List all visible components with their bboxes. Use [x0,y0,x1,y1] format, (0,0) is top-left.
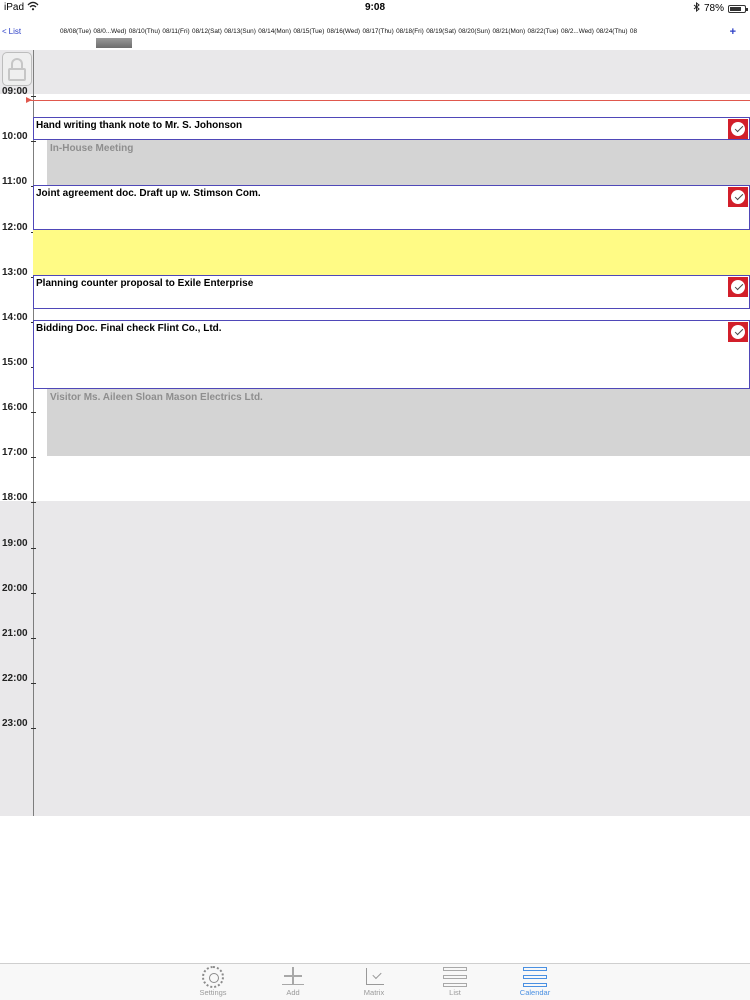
plus-icon [280,966,306,988]
date-tab[interactable]: 08/21(Mon) [492,28,525,35]
checkmark-icon[interactable] [728,187,748,207]
meeting-event[interactable]: In-House Meeting [47,140,750,185]
selected-date-indicator [96,38,132,48]
date-tab[interactable]: 08/08(Tue) [60,28,91,35]
hour-tick [31,548,36,549]
tab-label: List [449,988,461,997]
hour-label: 11:00 [2,176,28,187]
hour-tick [31,96,36,97]
event-title: Hand writing thank note to Mr. S. Johons… [36,120,243,131]
add-event-button[interactable]: + [730,26,736,38]
highlighted-slot[interactable] [33,230,750,275]
hour-tick [31,457,36,458]
hour-label: 10:00 [2,131,28,142]
event-title: Visitor Ms. Aileen Sloan Mason Electrics… [50,392,263,403]
tab-bar: Settings Add Matrix List Calendar [0,963,750,1000]
date-tab[interactable]: 08/15(Tue) [293,28,324,35]
after-hours-band [0,501,750,816]
hour-label: 20:00 [2,583,28,594]
date-tab[interactable]: 08 [630,28,637,35]
tab-settings[interactable]: Settings [188,966,238,997]
event-title: Joint agreement doc. Draft up w. Stimson… [36,188,261,199]
tab-matrix[interactable]: Matrix [349,966,399,997]
hour-label: 09:00 [2,86,28,97]
date-tab[interactable]: 08/24(Thu) [596,28,627,35]
back-to-list-button[interactable]: < List [2,27,21,36]
event-title: Bidding Doc. Final check Flint Co., Ltd. [36,323,222,334]
battery-percent: 78% [703,3,724,14]
checkmark-icon[interactable] [728,322,748,342]
date-tab[interactable]: 08/2...Wed) [561,28,594,35]
hour-tick [31,683,36,684]
hour-label: 17:00 [2,447,28,458]
header-band [0,50,750,94]
back-label: List [8,27,22,36]
hour-label: 13:00 [2,267,28,278]
hour-tick [31,638,36,639]
date-tab[interactable]: 08/12(Sat) [192,28,222,35]
tab-label: Matrix [363,988,385,997]
tab-add[interactable]: Add [268,966,318,997]
date-tab[interactable]: 08/20(Sun) [458,28,490,35]
hour-label: 19:00 [2,538,28,549]
current-time-line [28,100,750,101]
calendar-icon [522,966,548,988]
hour-label: 14:00 [2,312,28,323]
date-tab[interactable]: 08/18(Fri) [396,28,424,35]
date-tab[interactable]: 08/0...Wed) [93,28,126,35]
hour-tick [31,728,36,729]
date-tab[interactable]: 08/11(Fri) [162,28,189,35]
chevron-left-icon: < [2,27,7,36]
task-item[interactable]: Joint agreement doc. Draft up w. Stimson… [33,185,750,230]
status-bar: iPad 9:08 78% [0,0,750,16]
app-screen: iPad 9:08 78% < List 08/08(Tue) 08/0...We… [0,0,750,1000]
date-strip: 08/08(Tue) 08/0...Wed) 08/10(Thu) 08/11(Fri… [60,28,639,35]
date-tab[interactable]: 08/17(Thu) [362,28,393,35]
checkmark-icon[interactable] [728,119,748,139]
hour-tick [31,141,36,142]
hour-label: 15:00 [2,357,28,368]
tab-label: Add [286,988,300,997]
hour-label: 16:00 [2,402,28,413]
hour-label: 18:00 [2,492,28,503]
tab-label: Calendar [519,988,551,997]
bluetooth-icon [693,1,700,15]
task-item[interactable]: Hand writing thank note to Mr. S. Johons… [33,117,750,140]
task-item[interactable]: Bidding Doc. Final check Flint Co., Ltd. [33,320,750,389]
day-calendar[interactable]: 09:00 10:00 11:00 12:00 13:00 14:00 15:00 16:00… [0,50,750,816]
date-tab[interactable]: 08/13(Sun) [224,28,256,35]
time-axis-line [33,50,34,816]
lock-icon[interactable] [2,52,32,86]
date-tab[interactable]: 08/14(Mon) [258,28,291,35]
event-title: Planning counter proposal to Exile Enter… [36,278,254,289]
meeting-event[interactable]: Visitor Ms. Aileen Sloan Mason Electrics… [47,389,750,456]
checkmark-icon[interactable] [728,277,748,297]
tab-list[interactable]: List [430,966,480,997]
hour-tick [31,412,36,413]
hour-label: 22:00 [2,673,28,684]
battery-icon [728,4,748,13]
date-tab[interactable]: 08/19(Sat) [426,28,456,35]
tab-calendar[interactable]: Calendar [510,966,560,997]
hour-tick [31,593,36,594]
hour-label: 23:00 [2,718,28,729]
hour-tick [31,502,36,503]
clock: 9:08 [364,2,385,13]
date-tab[interactable]: 08/16(Wed) [327,28,360,35]
hour-label: 12:00 [2,222,28,233]
list-icon [442,966,468,988]
gear-icon [200,966,226,988]
task-item[interactable]: Planning counter proposal to Exile Enter… [33,275,750,309]
hour-label: 21:00 [2,628,28,639]
date-tab[interactable]: 08/22(Tue) [528,28,559,35]
tab-label: Settings [199,988,227,997]
event-title: In-House Meeting [50,143,134,154]
date-tab[interactable]: 08/10(Thu) [129,28,160,35]
matrix-icon [361,966,387,988]
